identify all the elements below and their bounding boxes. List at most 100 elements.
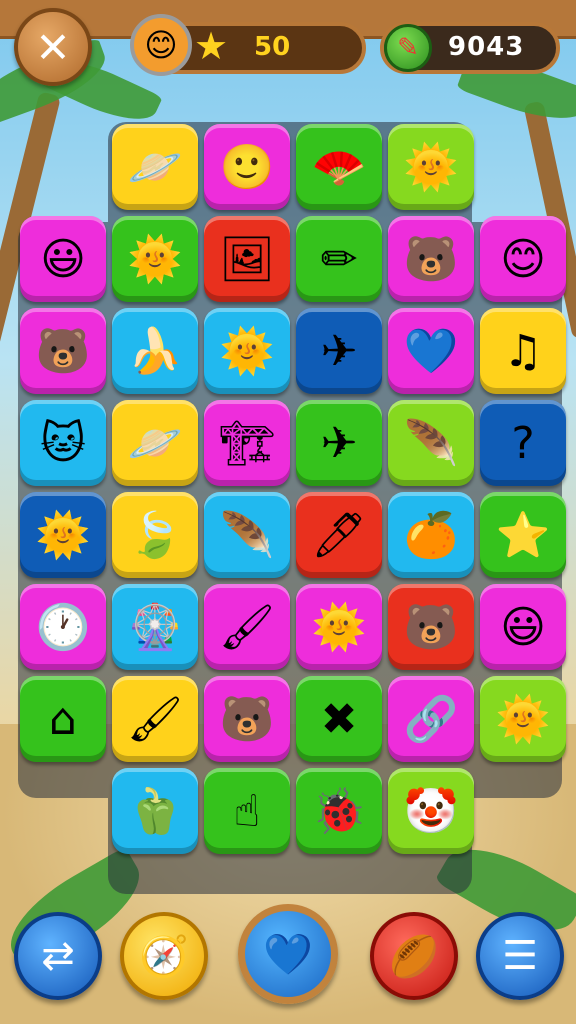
menu-icon: ☰ xyxy=(502,933,538,979)
pen-icon: 🖊 xyxy=(311,510,367,561)
bear-face-icon: 🐻 xyxy=(219,694,275,745)
tile-green[interactable]: ☝ xyxy=(204,768,290,854)
sun-face-icon: 🌞 xyxy=(311,602,367,653)
banana-icon: 🍌 xyxy=(127,326,183,377)
tile-magenta[interactable]: 🏗 xyxy=(204,400,290,486)
link-icon: 🔗 xyxy=(403,694,459,745)
pencil-icon: ✏ xyxy=(320,233,358,285)
ball-booster-button[interactable]: 🏉 xyxy=(370,912,458,1000)
tile-magenta[interactable]: 😃 xyxy=(20,216,106,302)
smiley-face-icon: 🙂 xyxy=(219,142,275,193)
sun-face-icon: 🌞 xyxy=(219,326,275,377)
sun-face-icon: 🌞 xyxy=(127,234,183,285)
tile-magenta[interactable]: 🔗 xyxy=(388,676,474,762)
tile-magenta[interactable]: 😊 xyxy=(480,216,566,302)
hook-brush-icon: 🖌 xyxy=(219,602,275,653)
building-blocks-icon: 🏗 xyxy=(219,418,275,469)
music-note-icon: ♫ xyxy=(503,325,543,377)
tile-yellow[interactable]: 🍃 xyxy=(112,492,198,578)
sun-face-icon: 🌞 xyxy=(495,694,551,745)
monster-face-icon: 😃 xyxy=(40,233,86,285)
house-icon: ⌂ xyxy=(49,693,77,745)
paper-plane-icon: ✈ xyxy=(320,417,358,469)
tile-navy[interactable]: ? xyxy=(480,400,566,486)
clock-icon: 🕐 xyxy=(35,602,91,653)
tile-cyan[interactable]: 🎡 xyxy=(112,584,198,670)
tile-magenta[interactable]: 🌞 xyxy=(296,584,382,670)
tile-lime[interactable]: 🌞 xyxy=(480,676,566,762)
planet-icon: 🪐 xyxy=(127,418,183,469)
heart-icon: 💙 xyxy=(263,931,313,978)
tile-green[interactable]: ✖ xyxy=(296,676,382,762)
tile-red[interactable]: 🖼 xyxy=(204,216,290,302)
tile-red[interactable]: 🐻 xyxy=(388,584,474,670)
ball-icon: 🏉 xyxy=(389,933,439,980)
blue-face-icon: 😊 xyxy=(500,233,546,285)
tile-magenta[interactable]: 💙 xyxy=(388,308,474,394)
coin-pencil-icon: ✎ xyxy=(384,24,432,72)
tile-magenta[interactable]: 🙂 xyxy=(204,124,290,210)
game-board: 🪐 🙂 🪭 🌞 😃 🌞 🖼 ✏ 🐻 😊 🐻 🍌 🌞 ✈ 💙 ♫ 🐱 🪐 🏗 ✈ 🪶? 🌞 🍃 🪶 🖊 🍊 ⭐ 🕐 🎡 🖌 🌞 🐻 😃 ⌂ 🖌 🐻 ✖ 🔗 🌞… xyxy=(18,122,566,894)
finger-icon: ☝ xyxy=(233,785,261,837)
heart-button[interactable]: 💙 xyxy=(238,904,338,1004)
tile-green[interactable]: 🌞 xyxy=(112,216,198,302)
bear-face-icon: 🐻 xyxy=(403,234,459,285)
monster-face-icon: 😃 xyxy=(500,601,546,653)
leaf-icon: 🍃 xyxy=(127,510,183,561)
tile-lime[interactable]: 🌞 xyxy=(388,124,474,210)
score-value: 50 xyxy=(254,32,291,62)
tile-yellow[interactable]: ♫ xyxy=(480,308,566,394)
tile-cyan[interactable]: 🍊 xyxy=(388,492,474,578)
close-icon: ✕ xyxy=(35,22,71,72)
striped-feather-icon: 🪶 xyxy=(219,510,275,561)
tile-navy[interactable]: ✈ xyxy=(296,308,382,394)
tile-red[interactable]: 🖊 xyxy=(296,492,382,578)
close-button[interactable]: ✕ xyxy=(14,8,92,86)
tile-magenta[interactable]: 🖌 xyxy=(204,584,290,670)
tile-yellow[interactable]: 🪐 xyxy=(112,124,198,210)
citrus-slice-icon: 🍊 xyxy=(403,510,459,561)
tile-magenta[interactable]: 🐻 xyxy=(20,308,106,394)
shuffle-button[interactable]: ⇄ xyxy=(14,912,102,1000)
fan-wheel-icon: 🎡 xyxy=(127,602,183,653)
smiley-avatar-icon: 😊 xyxy=(130,14,192,76)
paper-plane-icon: ✈ xyxy=(320,325,358,377)
question-hook-icon: ? xyxy=(511,417,535,469)
tile-lime[interactable]: 🤡 xyxy=(388,768,474,854)
heart-icon: 💙 xyxy=(403,326,459,377)
tile-yellow[interactable]: 🖌 xyxy=(112,676,198,762)
tile-green[interactable]: 🐞 xyxy=(296,768,382,854)
tile-yellow[interactable]: 🪐 xyxy=(112,400,198,486)
tile-lime[interactable]: 🪶 xyxy=(388,400,474,486)
tile-green[interactable]: 🪭 xyxy=(296,124,382,210)
coin-value: 9043 xyxy=(448,32,525,62)
tile-green[interactable]: ✈ xyxy=(296,400,382,486)
tile-magenta[interactable]: 🐻 xyxy=(204,676,290,762)
tile-cyan[interactable]: 🍌 xyxy=(112,308,198,394)
sun-face-icon: 🌞 xyxy=(35,510,91,561)
bear-face-icon: 🐻 xyxy=(35,326,91,377)
tile-cyan[interactable]: 🐱 xyxy=(20,400,106,486)
tile-cyan[interactable]: 🪶 xyxy=(204,492,290,578)
tile-navy[interactable]: 🌞 xyxy=(20,492,106,578)
planet-icon: 🪐 xyxy=(127,142,183,193)
striped-feather-icon: 🪶 xyxy=(403,418,459,469)
menu-button[interactable]: ☰ xyxy=(476,912,564,1000)
crossed-pencils-icon: ✖ xyxy=(320,693,358,745)
shuffle-icon: ⇄ xyxy=(41,933,75,979)
ladybug-icon: 🐞 xyxy=(311,786,367,837)
red-fan-icon: 🪭 xyxy=(311,142,367,193)
tile-magenta[interactable]: 🕐 xyxy=(20,584,106,670)
tile-green[interactable]: ✏ xyxy=(296,216,382,302)
paintbrush-icon: 🖌 xyxy=(127,694,183,745)
tile-green[interactable]: ⭐ xyxy=(480,492,566,578)
tile-cyan[interactable]: 🫑 xyxy=(112,768,198,854)
tile-magenta[interactable]: 😃 xyxy=(480,584,566,670)
bear-face-icon: 🐻 xyxy=(403,602,459,653)
tile-magenta[interactable]: 🐻 xyxy=(388,216,474,302)
tile-cyan[interactable]: 🌞 xyxy=(204,308,290,394)
bell-pepper-icon: 🫑 xyxy=(127,786,183,837)
tile-green[interactable]: ⌂ xyxy=(20,676,106,762)
sun-face-icon: 🌞 xyxy=(403,142,459,193)
compass-button[interactable]: 🧭 xyxy=(120,912,208,1000)
